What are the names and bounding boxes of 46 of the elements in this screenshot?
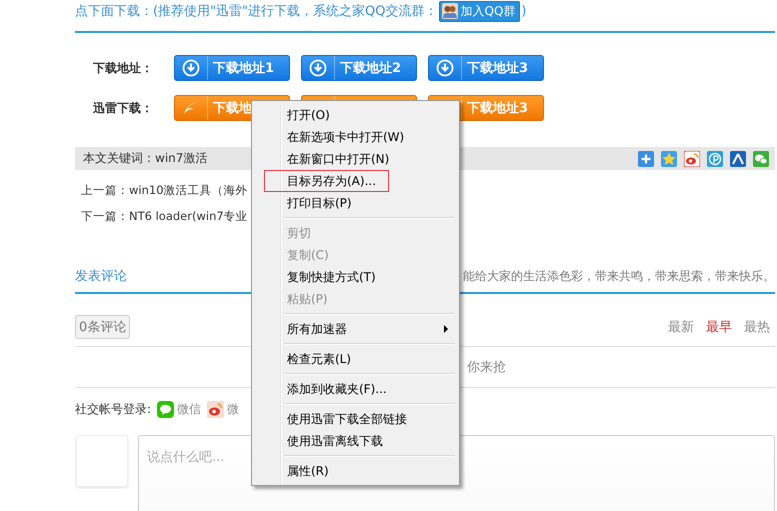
menu-item[interactable]: 添加到收藏夹(F)... [264,378,394,400]
social-login-link[interactable]: 微信 [157,400,202,418]
download-button[interactable]: 下载地址1 [174,55,290,81]
social-login-label: 社交帐号登录: [75,400,152,418]
menu-item[interactable]: 使用迅雷离线下载 [264,430,390,452]
p-logo-icon[interactable] [707,150,723,166]
closing-parenthesis: ) [521,4,526,18]
next-article-link[interactable]: 下一篇：NT6 loader(win7专业 [81,208,248,224]
people-icon [442,3,458,19]
sort-option[interactable]: 最新 [668,318,694,336]
download-row-label: 迅雷下载： [92,100,154,116]
bird-icon [182,100,200,116]
social-login-link[interactable]: 微 [207,400,240,418]
menu-item[interactable]: 所有加速器 [264,318,455,340]
menu-item[interactable]: 属性(R) [264,460,389,482]
eye-logo-icon [207,400,224,418]
download-icon [309,59,327,77]
menu-item[interactable]: 使用迅雷下载全部链接 [264,408,414,430]
sort-option[interactable]: 最热 [744,318,770,336]
comment-count: 0条评论 [75,314,130,338]
menu-item[interactable]: 在新窗口中打开(N) [264,148,396,170]
chat-bubbles-icon[interactable] [753,150,769,166]
menu-item[interactable]: 打印目标(P) [264,192,389,214]
plus-icon[interactable] [638,150,654,166]
previous-article-link[interactable]: 上一篇：win10激活工具（海外 [81,182,248,198]
person-logo-icon[interactable] [730,150,746,166]
download-button[interactable]: 下载地址2 [301,55,417,81]
sort-option[interactable]: 最早 [706,318,732,336]
download-icon [436,59,454,77]
eye-logo-icon[interactable] [684,150,700,166]
submenu-arrow-icon [444,325,448,333]
download-intro-text: 点下面下载：(推荐使用"迅雷"进行下载，系统之家QQ交流群： [75,3,438,20]
post-comment-tab[interactable]: 发表评论 [75,267,127,285]
download-button[interactable]: 下载地址3 [428,55,544,81]
download-icon [182,59,200,77]
menu-item[interactable]: 复制快捷方式(T) [264,266,389,288]
join-qq-group-button[interactable]: 加入QQ群 [438,0,520,22]
empty-comments-text: 你来抢 [467,359,506,376]
slogan-text: 能给大家的生活添色彩，带来共鸣，带来思索，带来快乐。 [463,268,775,285]
menu-item[interactable]: 检查元素(L) [264,348,389,370]
download-row-label: 下载地址： [92,60,154,76]
menu-item[interactable]: 目标另存为(A)... [264,170,389,192]
chat-bubble-icon [157,400,174,418]
keywords-text: 本文关键词：win7激活 [83,150,208,167]
star-icon[interactable] [661,150,677,166]
menu-item[interactable]: 在新选项卡中打开(W) [264,126,412,148]
